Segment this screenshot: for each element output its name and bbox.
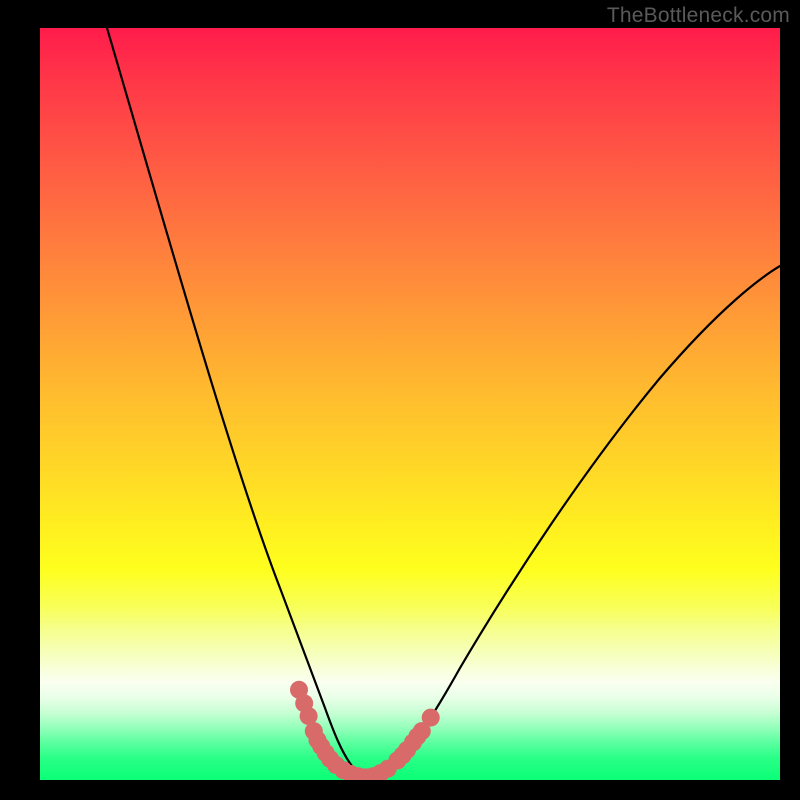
watermark-text: TheBottleneck.com (607, 4, 790, 28)
plot-area (40, 28, 780, 780)
bottleneck-curve-svg (40, 28, 780, 780)
chart-frame: TheBottleneck.com (0, 0, 800, 800)
marker-group (290, 681, 440, 780)
curve-marker (422, 709, 440, 727)
curve-left-path (107, 28, 370, 777)
curve-group (107, 28, 780, 777)
curve-right-path (370, 266, 780, 777)
